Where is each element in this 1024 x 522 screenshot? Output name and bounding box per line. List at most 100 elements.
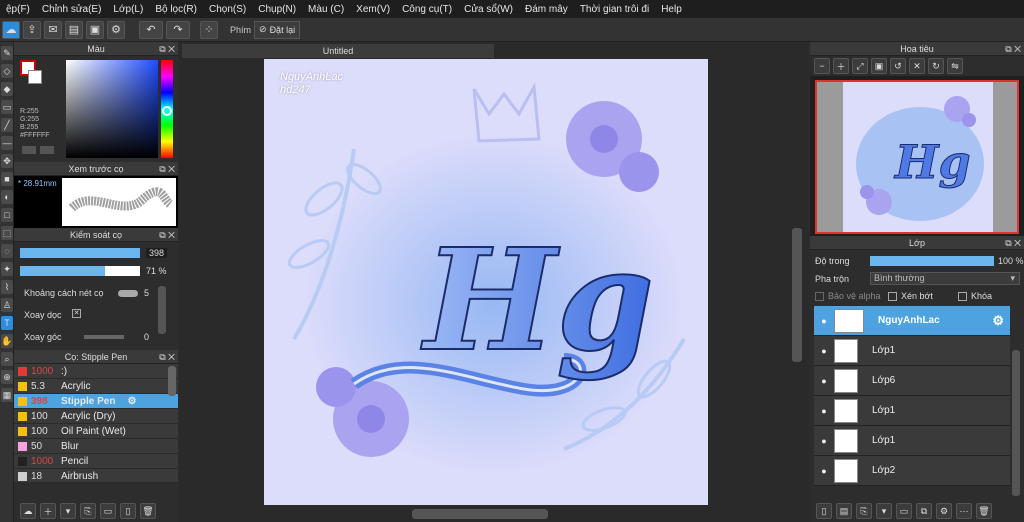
copy-brush-icon[interactable]: ⎘ xyxy=(80,503,96,519)
magic-wand-icon[interactable]: ✦ xyxy=(1,262,13,276)
undo-icon[interactable]: ↶ xyxy=(139,20,163,39)
hand-tool-icon[interactable]: ✋ xyxy=(1,334,13,348)
canvas[interactable]: Hg NguyAnhLac hd247 xyxy=(264,59,708,505)
layer-settings-icon[interactable]: ⚙ xyxy=(936,503,952,519)
rotate-checkbox[interactable]: ✕ xyxy=(72,309,81,318)
canvas-tab[interactable]: Untitled xyxy=(182,44,494,58)
menu-tools[interactable]: Công cụ(T) xyxy=(396,4,458,15)
text-tool-icon[interactable]: T xyxy=(1,316,13,330)
flip-icon[interactable]: ⇋ xyxy=(947,58,963,74)
panel-close-icon[interactable]: ⧉ ✕ xyxy=(159,162,175,176)
brush-list-item[interactable]: 18 Airbrush xyxy=(14,469,178,484)
visibility-eye-icon[interactable]: ● xyxy=(814,376,834,386)
layer-settings-gear-icon[interactable]: ⚙ xyxy=(992,313,1004,329)
background-color-swatch[interactable] xyxy=(28,70,42,84)
select-tool-icon[interactable]: ⬚ xyxy=(1,226,13,240)
delete-layer-icon[interactable]: 🗑 xyxy=(976,503,992,519)
brush-list-scrollbar[interactable] xyxy=(168,366,176,396)
horizontal-scrollbar[interactable] xyxy=(412,509,548,519)
grid-tool-icon[interactable]: ▦ xyxy=(1,388,13,402)
brush-settings-icon[interactable]: ⚙ xyxy=(127,396,136,407)
new-raster-icon[interactable]: ▤ xyxy=(836,503,852,519)
new-layer-icon[interactable]: ▯ xyxy=(816,503,832,519)
folder-icon[interactable]: ▭ xyxy=(100,503,116,519)
hue-handle[interactable] xyxy=(162,106,172,116)
loading-icon[interactable]: ⁘ xyxy=(200,20,218,39)
brush-opacity-slider[interactable] xyxy=(20,266,140,276)
line-tool-icon[interactable]: — xyxy=(1,136,13,150)
layer-folder-icon[interactable]: ▭ xyxy=(896,503,912,519)
picker-tool-icon[interactable]: ⊕ xyxy=(1,370,13,384)
menu-view[interactable]: Xem(V) xyxy=(350,4,396,15)
layers-icon[interactable]: ▤ xyxy=(65,20,83,39)
reset-rotation-icon[interactable]: ✕ xyxy=(909,58,925,74)
rotate-left-icon[interactable]: ↺ xyxy=(890,58,906,74)
menu-select[interactable]: Chọn(S) xyxy=(203,4,252,15)
visibility-eye-icon[interactable]: ● xyxy=(814,436,834,446)
brush-size-slider[interactable] xyxy=(20,248,140,258)
panel-close-icon[interactable]: ⧉ ✕ xyxy=(159,350,175,364)
add-brush-icon[interactable]: ＋ xyxy=(40,503,56,519)
layer-type-icon[interactable]: ▾ xyxy=(876,503,892,519)
brush-list-item[interactable]: 100 Oil Paint (Wet) xyxy=(14,424,178,439)
menu-file[interactable]: ệp(F) xyxy=(0,4,36,15)
brush-size-value[interactable]: 398 xyxy=(146,248,168,258)
copy-layer-icon[interactable]: ⎘ xyxy=(856,503,872,519)
brush-control-scrollbar[interactable] xyxy=(158,286,166,334)
layer-row[interactable]: ● Lớp2 xyxy=(814,456,1010,486)
menu-help[interactable]: Help xyxy=(655,4,688,15)
fit-icon[interactable]: ⤢ xyxy=(852,58,868,74)
lock-checkbox[interactable] xyxy=(958,292,967,301)
eyedropper-icon[interactable]: ⌇ xyxy=(1,280,13,294)
move-tool-icon[interactable]: ✥ xyxy=(1,154,13,168)
eraser-tool-icon[interactable]: ◇ xyxy=(1,64,13,78)
visibility-eye-icon[interactable]: ● xyxy=(814,346,834,356)
lasso-tool-icon[interactable]: ◌ xyxy=(1,244,13,258)
brush-list-item[interactable]: 50 Blur xyxy=(14,439,178,454)
square-tool-icon[interactable]: □ xyxy=(1,208,13,222)
fill-tool-icon[interactable]: ■ xyxy=(1,172,13,186)
vertical-scrollbar[interactable] xyxy=(792,228,802,362)
brush-list-item[interactable]: 1000 Pencil xyxy=(14,454,178,469)
layer-row[interactable]: ● Lớp1 xyxy=(814,426,1010,456)
spacing-slider[interactable] xyxy=(118,290,138,297)
trash-icon[interactable]: 🗑 xyxy=(140,503,156,519)
chat-icon[interactable]: ✉ xyxy=(44,20,62,39)
brush-list-item[interactable]: 398 Stipple Pen ⚙ xyxy=(14,394,178,409)
cloud-icon[interactable]: ☁ xyxy=(2,20,20,39)
rect-tool-icon[interactable]: ▭ xyxy=(1,100,13,114)
merge-down-icon[interactable]: ⧉ xyxy=(916,503,932,519)
stamp-tool-icon[interactable]: ♙ xyxy=(1,298,13,312)
brush-list-item[interactable]: 5.3 Acrylic xyxy=(14,379,178,394)
visibility-eye-icon[interactable]: ● xyxy=(814,316,834,326)
share-icon[interactable]: ⇪ xyxy=(23,20,41,39)
layer-row[interactable]: ● Lớp6 xyxy=(814,366,1010,396)
menu-filter[interactable]: Bộ lọc(R) xyxy=(149,4,203,15)
visibility-eye-icon[interactable]: ● xyxy=(814,466,834,476)
layer-more-icon[interactable]: ⋯ xyxy=(956,503,972,519)
image-icon[interactable]: ▣ xyxy=(86,20,104,39)
menu-color[interactable]: Màu (C) xyxy=(302,4,350,15)
layer-opacity-slider[interactable] xyxy=(870,256,994,266)
menu-edit[interactable]: Chỉnh sửa(E) xyxy=(36,4,108,15)
navigator-viewport[interactable]: Hg xyxy=(815,80,1019,234)
layer-row[interactable]: ● Lớp1 xyxy=(814,336,1010,366)
panel-close-icon[interactable]: ⧉ ✕ xyxy=(159,42,175,56)
clip-checkbox[interactable] xyxy=(888,292,897,301)
menu-cloud[interactable]: Đám mây xyxy=(519,4,574,15)
gradient-tool-icon[interactable]: ◐ xyxy=(1,190,13,204)
panel-close-icon[interactable]: ⧉ ✕ xyxy=(159,228,175,242)
zoom-in-icon[interactable]: ＋ xyxy=(833,58,849,74)
panel-close-icon[interactable]: ⧉ ✕ xyxy=(1005,42,1021,56)
menu-timelapse[interactable]: Thời gian trôi đi xyxy=(574,4,655,15)
color-picker-button[interactable] xyxy=(40,146,54,154)
pen-tool-icon[interactable]: ✎ xyxy=(1,46,13,60)
saturation-value-box[interactable] xyxy=(66,60,158,158)
visibility-eye-icon[interactable]: ● xyxy=(814,406,834,416)
reset-button[interactable]: ⊘ Đặt lại xyxy=(254,20,301,39)
settings-icon[interactable]: ⚙ xyxy=(107,20,125,39)
rotate-right-icon[interactable]: ↻ xyxy=(928,58,944,74)
panel-close-icon[interactable]: ⧉ ✕ xyxy=(1005,236,1021,250)
layer-row[interactable]: ● NguyAnhLac ⚙ xyxy=(814,306,1010,336)
menu-layer[interactable]: Lớp(L) xyxy=(107,4,149,15)
